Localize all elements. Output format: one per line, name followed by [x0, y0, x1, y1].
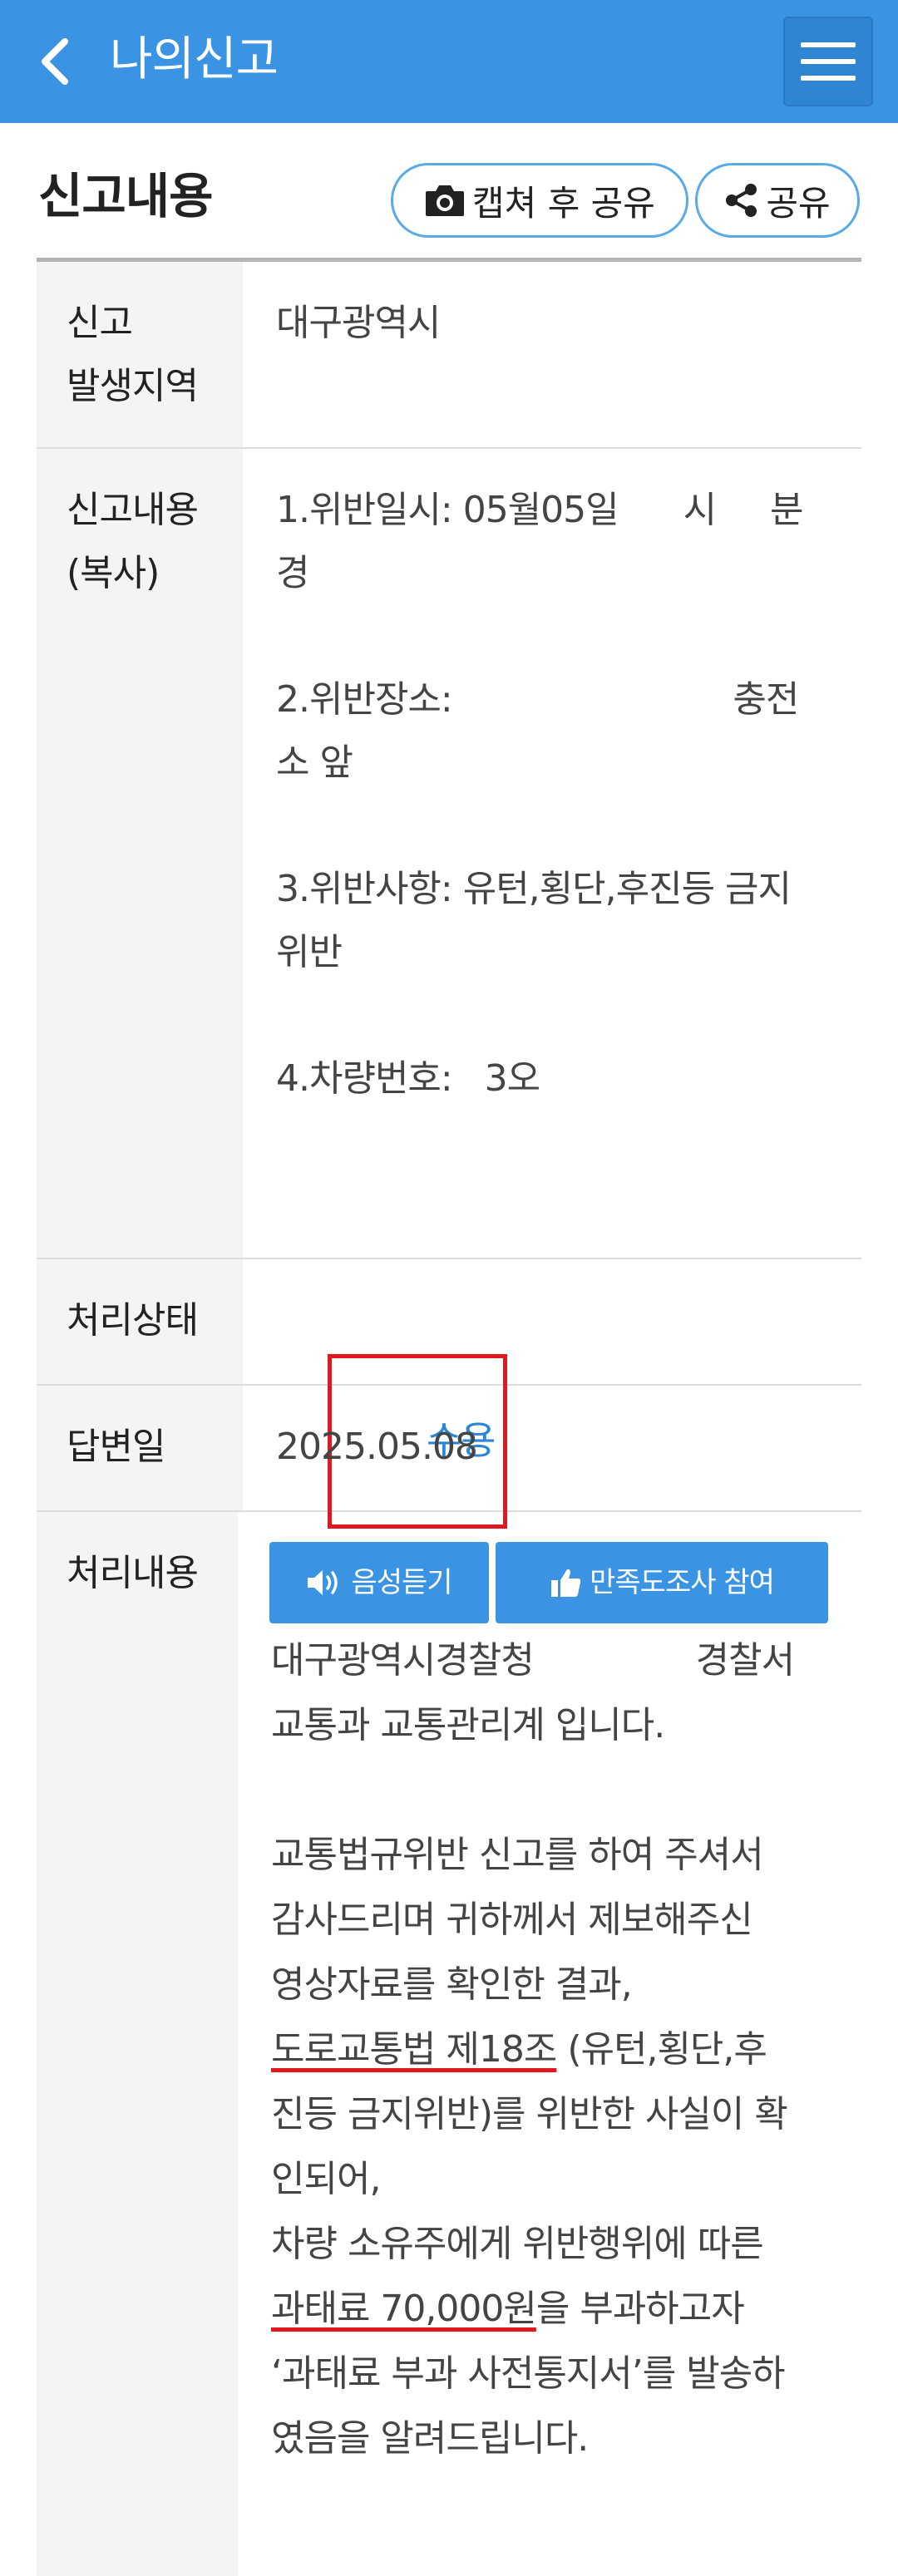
region-label: 신고 발생지역 [37, 262, 243, 447]
hamburger-line [801, 76, 856, 81]
fine-amount-highlight: 과태료 70,000원 [271, 2288, 537, 2330]
hamburger-menu-icon [801, 42, 856, 47]
survey-label: 만족도조사 참여 [590, 1566, 775, 1599]
process-actions: 음성듣기 만족도조사 참여 [269, 1542, 828, 1623]
process-text-part1: 대구광역시경찰청 경찰서 교통과 교통관리계 입니다. 교통법규위반 신고를 하… [271, 1639, 795, 2006]
speaker-icon [308, 1570, 338, 1595]
table-row-status: 처리상태 수용 [37, 1259, 861, 1529]
section-title: 신고내용 [38, 168, 213, 224]
table-row-date: 답변일 2025.05.08 [37, 1386, 861, 1512]
table-row-process: 처리내용 음성듣기 만족도조사 참여 대구광역시경찰청 경찰서 교통과 교통관리… [37, 1512, 861, 2576]
share-label: 공유 [766, 182, 831, 224]
process-value-cell: 음성듣기 만족도조사 참여 대구광역시경찰청 경찰서 교통과 교통관리계 입니다… [238, 1512, 861, 2576]
process-content-text: 대구광역시경찰청 경찰서 교통과 교통관리계 입니다. 교통법규위반 신고를 하… [271, 1628, 828, 2471]
chevron-left-icon [42, 38, 68, 85]
app-header: 나의신고 [0, 0, 898, 123]
date-value: 2025.05.08 [276, 1426, 478, 1468]
status-value-cell: 수용 [243, 1259, 861, 1529]
capture-share-label: 캡쳐 후 공유 [472, 182, 655, 224]
report-detail-table: 신고 발생지역 대구광역시 신고내용 (복사) 1.위반일시: 05월05일 시… [37, 262, 861, 2576]
table-row-content: 신고내용 (복사) 1.위반일시: 05월05일 시 분 경 2.위반장소: 충… [37, 449, 861, 1259]
thumbs-up-icon [551, 1569, 581, 1597]
menu-button[interactable] [783, 17, 873, 106]
table-row-region: 신고 발생지역 대구광역시 [37, 262, 861, 449]
voice-listen-label: 음성듣기 [351, 1566, 452, 1599]
law-reference-highlight: 도로교통법 제18조 [271, 2028, 557, 2071]
voice-listen-button[interactable]: 음성듣기 [269, 1542, 489, 1623]
capture-share-button[interactable]: 캡쳐 후 공유 [391, 163, 688, 238]
share-button[interactable]: 공유 [695, 163, 860, 238]
survey-button[interactable]: 만족도조사 참여 [496, 1542, 828, 1623]
page-title: 나의신고 [110, 32, 279, 86]
content-value: 1.위반일시: 05월05일 시 분 경 2.위반장소: 충전 소 앞 3.위반… [276, 489, 803, 1100]
hamburger-line [801, 59, 856, 64]
back-button[interactable] [30, 32, 80, 91]
process-label: 처리내용 [37, 1512, 238, 2576]
share-icon [726, 184, 757, 217]
camera-icon [426, 185, 465, 216]
status-label: 처리상태 [37, 1259, 243, 1384]
date-label: 답변일 [37, 1386, 243, 1510]
region-value: 대구광역시 [276, 302, 441, 344]
content-label[interactable]: 신고내용 (복사) [37, 449, 243, 1258]
